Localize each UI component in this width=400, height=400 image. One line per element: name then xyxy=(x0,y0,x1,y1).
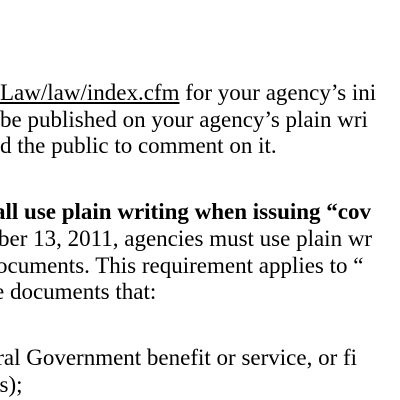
section-heading: all use plain writing when issuing “cov xyxy=(0,199,372,224)
document-page: Law/law/index.cfm for your agency’s ini … xyxy=(0,0,400,400)
text-line: ns); xyxy=(0,372,23,397)
law-index-link[interactable]: Law/law/index.cfm xyxy=(0,80,179,105)
text-line: e documents that: xyxy=(0,279,157,304)
text-line: ocuments. This requirement applies to “ xyxy=(0,253,364,278)
text-line: ber 13, 2011, agencies must use plain wr xyxy=(0,226,373,251)
text-line: d the public to comment on it. xyxy=(0,133,277,158)
text-line: Law/law/index.cfm for your agency’s ini xyxy=(0,80,376,106)
text-segment: for your agency’s ini xyxy=(179,80,377,105)
text-line: eral Government benefit or service, or f… xyxy=(0,345,358,370)
text-line: be published on your agency’s plain wri xyxy=(0,107,368,132)
